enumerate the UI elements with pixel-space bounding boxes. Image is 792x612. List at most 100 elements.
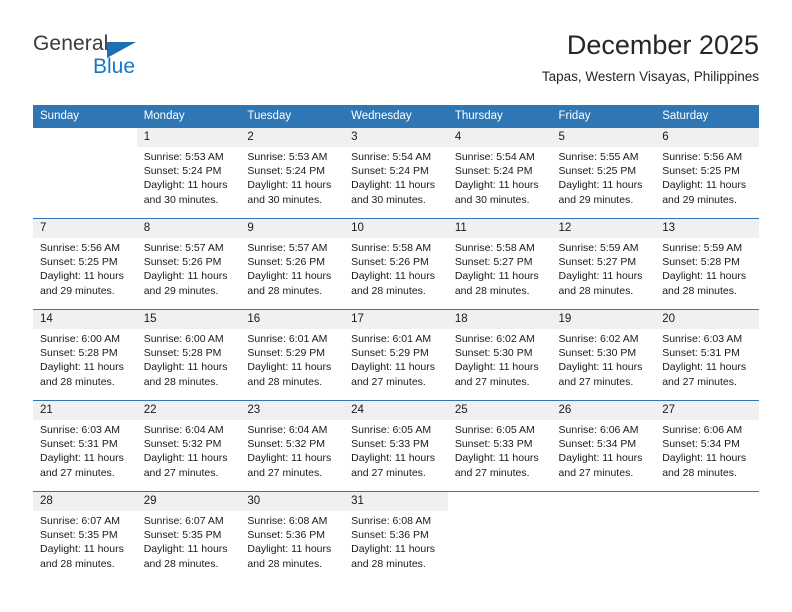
sunset-text: Sunset: 5:24 PM bbox=[143, 165, 222, 178]
sunrise-text: Sunrise: 6:01 AM bbox=[351, 333, 432, 345]
day-number-cell[interactable]: 18 bbox=[447, 309, 552, 329]
day-info-cell: Sunrise: 6:03 AM Sunset: 5:31 PM Dayligh… bbox=[33, 420, 137, 492]
page-title: December 2025 bbox=[566, 30, 759, 60]
sunset-text: Sunset: 5:26 PM bbox=[351, 256, 429, 269]
day-info-cell: Sunrise: 5:53 AM Sunset: 5:24 PM Dayligh… bbox=[240, 147, 345, 219]
day-number-cell bbox=[447, 491, 552, 511]
day-number-cell[interactable]: 30 bbox=[240, 491, 345, 511]
sunrise-text: Sunrise: 6:08 AM bbox=[351, 515, 432, 527]
week-info-row: Sunrise: 5:56 AM Sunset: 5:25 PM Dayligh… bbox=[33, 238, 759, 310]
daylight-text: Daylight: 11 hours and 30 minutes. bbox=[454, 179, 539, 206]
sunset-text: Sunset: 5:33 PM bbox=[454, 438, 533, 451]
day-number-cell[interactable]: 23 bbox=[240, 400, 345, 420]
day-number-cell[interactable]: 8 bbox=[136, 218, 241, 238]
sunrise-text: Sunrise: 6:05 AM bbox=[351, 424, 432, 436]
daylight-text: Daylight: 11 hours and 29 minutes. bbox=[558, 179, 643, 206]
daylight-text: Daylight: 11 hours and 30 minutes. bbox=[247, 179, 332, 206]
calendar-table: Sunday Monday Tuesday Wednesday Thursday… bbox=[33, 105, 759, 582]
sunrise-text: Sunrise: 6:03 AM bbox=[40, 424, 120, 436]
daylight-text: Daylight: 11 hours and 28 minutes. bbox=[662, 270, 747, 297]
day-number-cell[interactable]: 4 bbox=[447, 128, 552, 147]
general-blue-logo[interactable]: General Blue bbox=[33, 32, 163, 84]
sunset-text: Sunset: 5:32 PM bbox=[247, 438, 326, 451]
day-info-cell: Sunrise: 5:54 AM Sunset: 5:24 PM Dayligh… bbox=[447, 147, 552, 219]
day-number-cell[interactable]: 27 bbox=[655, 400, 759, 420]
weekday-header-wednesday: Wednesday bbox=[344, 105, 448, 128]
day-info-cell: Sunrise: 5:59 AM Sunset: 5:28 PM Dayligh… bbox=[655, 238, 759, 310]
day-info-cell: Sunrise: 6:00 AM Sunset: 5:28 PM Dayligh… bbox=[136, 329, 241, 401]
sunrise-text: Sunrise: 6:07 AM bbox=[40, 515, 120, 527]
week-info-row: Sunrise: 5:53 AM Sunset: 5:24 PM Dayligh… bbox=[33, 147, 759, 219]
sunrise-text: Sunrise: 6:02 AM bbox=[454, 333, 535, 345]
day-number-cell[interactable]: 10 bbox=[344, 218, 448, 238]
week-number-row: 14 15 16 17 18 19 20 bbox=[33, 309, 759, 329]
day-number-cell[interactable]: 5 bbox=[551, 128, 656, 147]
day-number-cell[interactable]: 11 bbox=[447, 218, 552, 238]
day-number-cell[interactable]: 17 bbox=[344, 309, 448, 329]
sunset-text: Sunset: 5:36 PM bbox=[247, 529, 326, 542]
week-info-row: Sunrise: 6:07 AM Sunset: 5:35 PM Dayligh… bbox=[33, 511, 759, 582]
day-number-cell[interactable]: 24 bbox=[344, 400, 448, 420]
sunset-text: Sunset: 5:31 PM bbox=[40, 438, 118, 451]
day-number-cell[interactable]: 22 bbox=[136, 400, 241, 420]
week-number-row: 7 8 9 10 11 12 13 bbox=[33, 218, 759, 238]
day-number-cell[interactable]: 7 bbox=[33, 218, 137, 238]
day-info-cell: Sunrise: 5:56 AM Sunset: 5:25 PM Dayligh… bbox=[655, 147, 759, 219]
day-info-cell: Sunrise: 5:55 AM Sunset: 5:25 PM Dayligh… bbox=[551, 147, 656, 219]
day-number-cell[interactable]: 26 bbox=[551, 400, 656, 420]
day-number-cell[interactable]: 21 bbox=[33, 400, 137, 420]
day-number-cell[interactable]: 6 bbox=[655, 128, 759, 147]
day-number-cell[interactable]: 19 bbox=[551, 309, 656, 329]
day-number-cell[interactable]: 28 bbox=[33, 491, 137, 511]
calendar-body: 1 2 3 4 5 6 Sunrise: 5:53 AM Sunset: 5:2… bbox=[33, 128, 759, 582]
day-number-cell[interactable]: 31 bbox=[344, 491, 448, 511]
daylight-text: Daylight: 11 hours and 27 minutes. bbox=[143, 452, 228, 479]
daylight-text: Daylight: 11 hours and 29 minutes. bbox=[143, 270, 228, 297]
daylight-text: Daylight: 11 hours and 27 minutes. bbox=[558, 452, 643, 479]
day-info-cell: Sunrise: 6:04 AM Sunset: 5:32 PM Dayligh… bbox=[240, 420, 345, 492]
daylight-text: Daylight: 11 hours and 27 minutes. bbox=[454, 361, 539, 388]
daylight-text: Daylight: 11 hours and 28 minutes. bbox=[143, 361, 228, 388]
sunset-text: Sunset: 5:35 PM bbox=[40, 529, 118, 542]
day-number-cell[interactable]: 9 bbox=[240, 218, 345, 238]
sunset-text: Sunset: 5:27 PM bbox=[558, 256, 637, 269]
day-number-cell[interactable]: 13 bbox=[655, 218, 759, 238]
day-info-cell: Sunrise: 6:04 AM Sunset: 5:32 PM Dayligh… bbox=[136, 420, 241, 492]
daylight-text: Daylight: 11 hours and 28 minutes. bbox=[247, 270, 332, 297]
sunset-text: Sunset: 5:25 PM bbox=[40, 256, 118, 269]
day-info-cell: Sunrise: 5:54 AM Sunset: 5:24 PM Dayligh… bbox=[344, 147, 448, 219]
day-number-cell[interactable]: 15 bbox=[136, 309, 241, 329]
sunrise-text: Sunrise: 6:07 AM bbox=[143, 515, 224, 527]
sunrise-text: Sunrise: 5:57 AM bbox=[247, 242, 328, 254]
day-number-cell[interactable]: 12 bbox=[551, 218, 656, 238]
sunrise-text: Sunrise: 5:56 AM bbox=[662, 151, 743, 163]
day-number-cell[interactable]: 14 bbox=[33, 309, 137, 329]
sunset-text: Sunset: 5:35 PM bbox=[143, 529, 222, 542]
day-info-cell: Sunrise: 5:57 AM Sunset: 5:26 PM Dayligh… bbox=[136, 238, 241, 310]
day-number-cell[interactable]: 2 bbox=[240, 128, 345, 147]
day-number-cell[interactable]: 16 bbox=[240, 309, 345, 329]
daylight-text: Daylight: 11 hours and 30 minutes. bbox=[143, 179, 228, 206]
daylight-text: Daylight: 11 hours and 27 minutes. bbox=[351, 361, 435, 388]
sunset-text: Sunset: 5:29 PM bbox=[247, 347, 326, 360]
sunset-text: Sunset: 5:34 PM bbox=[558, 438, 637, 451]
calendar-header-row: Sunday Monday Tuesday Wednesday Thursday… bbox=[33, 105, 759, 128]
sunrise-text: Sunrise: 6:03 AM bbox=[662, 333, 743, 345]
weekday-header-saturday: Saturday bbox=[655, 105, 759, 128]
sunset-text: Sunset: 5:33 PM bbox=[351, 438, 429, 451]
daylight-text: Daylight: 11 hours and 27 minutes. bbox=[351, 452, 435, 479]
day-info-cell: Sunrise: 6:08 AM Sunset: 5:36 PM Dayligh… bbox=[240, 511, 345, 582]
day-number-cell[interactable]: 3 bbox=[344, 128, 448, 147]
day-number-cell[interactable]: 29 bbox=[136, 491, 241, 511]
sunrise-text: Sunrise: 5:57 AM bbox=[143, 242, 224, 254]
sunset-text: Sunset: 5:24 PM bbox=[351, 165, 429, 178]
day-number-cell[interactable]: 20 bbox=[655, 309, 759, 329]
day-info-cell: Sunrise: 6:06 AM Sunset: 5:34 PM Dayligh… bbox=[551, 420, 656, 492]
sunrise-text: Sunrise: 5:58 AM bbox=[454, 242, 535, 254]
day-info-cell: Sunrise: 6:07 AM Sunset: 5:35 PM Dayligh… bbox=[136, 511, 241, 582]
daylight-text: Daylight: 11 hours and 28 minutes. bbox=[40, 361, 124, 388]
daylight-text: Daylight: 11 hours and 28 minutes. bbox=[247, 361, 332, 388]
daylight-text: Daylight: 11 hours and 29 minutes. bbox=[40, 270, 124, 297]
day-number-cell[interactable]: 25 bbox=[447, 400, 552, 420]
day-number-cell[interactable]: 1 bbox=[136, 128, 241, 147]
